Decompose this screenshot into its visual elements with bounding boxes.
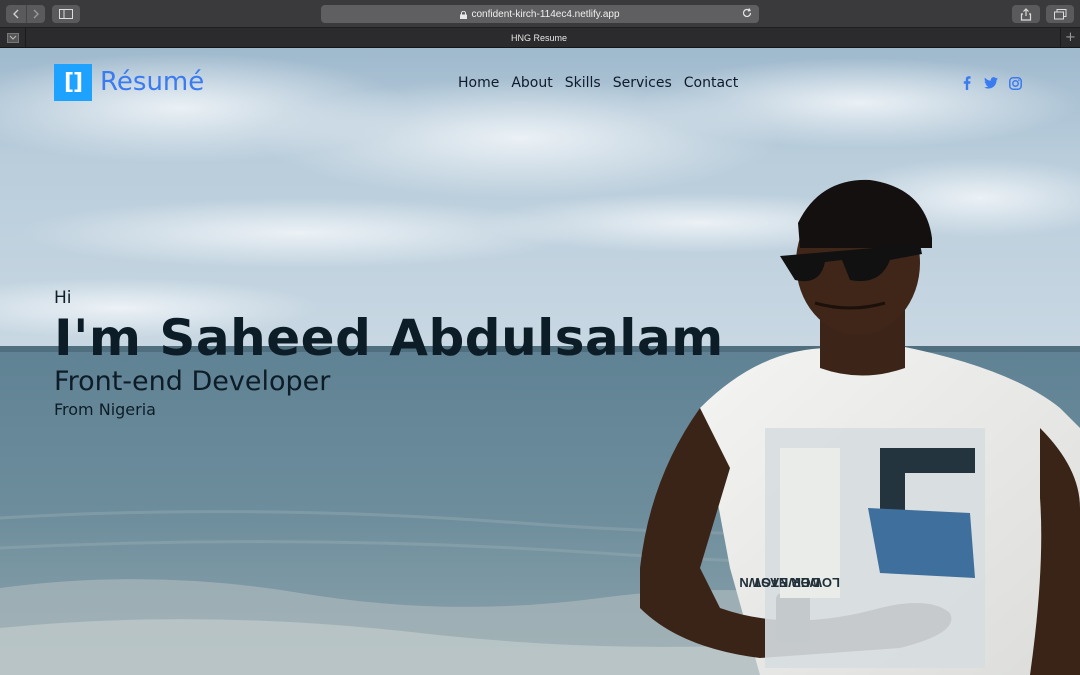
active-tab[interactable]: HNG Resume (26, 28, 1052, 47)
facebook-icon[interactable] (960, 76, 974, 90)
forward-button[interactable] (26, 5, 45, 23)
social-links (960, 76, 1022, 90)
new-tab-button[interactable]: + (1060, 28, 1080, 47)
chevron-right-icon (33, 9, 39, 19)
tab-title-text: HNG Resume (510, 32, 567, 43)
instagram-icon[interactable] (1008, 76, 1022, 90)
nav-link-home[interactable]: Home (458, 75, 499, 91)
back-button[interactable] (6, 5, 26, 23)
twitter-icon[interactable] (984, 76, 998, 90)
share-icon (1020, 7, 1032, 21)
svg-text:LOWER EAST: LOWER EAST (753, 575, 840, 590)
hero-greeting: Hi (54, 288, 72, 308)
nav-link-contact[interactable]: Contact (684, 75, 738, 91)
share-button[interactable] (1012, 5, 1040, 23)
lock-icon (460, 11, 468, 19)
hero-intro: Hi I'm Saheed Abdulsalam Front-end Devel… (54, 288, 724, 419)
chevron-left-icon (13, 9, 19, 19)
nav-link-services[interactable]: Services (613, 75, 672, 91)
site-logo[interactable]: [] Résumé (54, 63, 204, 101)
reader-icon[interactable] (0, 28, 26, 47)
browser-toolbar: confident-kirch-114ec4.netlify.app (0, 0, 1080, 28)
address-bar[interactable]: confident-kirch-114ec4.netlify.app (321, 5, 759, 23)
website-viewport: DOWNTOWN LOWER EAST [] Résumé Home About… (0, 48, 1080, 675)
sidebar-toggle-button[interactable] (52, 5, 80, 23)
nav-link-about[interactable]: About (511, 75, 552, 91)
plus-icon: + (1065, 30, 1076, 45)
reload-icon[interactable] (741, 7, 753, 19)
tabs-icon (1053, 8, 1066, 19)
hero-name: I'm Saheed Abdulsalam (54, 309, 724, 367)
nav-link-skills[interactable]: Skills (565, 75, 601, 91)
main-navigation: Home About Skills Services Contact (458, 75, 738, 91)
logo-text: Résumé (100, 67, 205, 97)
hero-location: From Nigeria (54, 400, 156, 419)
sidebar-icon (59, 9, 73, 19)
tab-bar: HNG Resume + (0, 28, 1080, 48)
url-text: confident-kirch-114ec4.netlify.app (471, 8, 620, 20)
logo-mark: [] (54, 63, 92, 101)
tab-overview-button[interactable] (1046, 5, 1074, 23)
hero-role: Front-end Developer (54, 366, 331, 397)
